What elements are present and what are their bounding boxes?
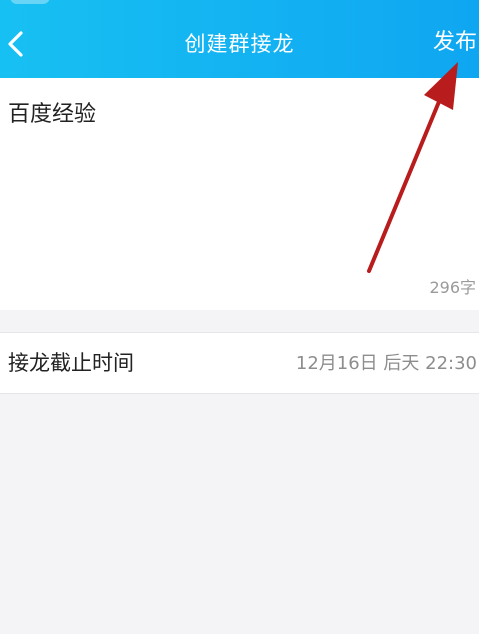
character-count: 296字 [429,278,476,297]
screen: 创建群接龙 发布 百度经验 296字 接龙截止时间 12月16日 后天 22:3… [0,0,479,634]
content-editor[interactable]: 百度经验 296字 [0,78,479,310]
deadline-label: 接龙截止时间 [8,351,134,375]
page-title: 创建群接龙 [184,32,295,56]
top-bar: 创建群接龙 发布 [0,0,479,78]
editor-text: 百度经验 [8,102,97,127]
deadline-value: 12月16日 后天 22:30 [295,353,477,374]
deadline-row[interactable]: 接龙截止时间 12月16日 后天 22:30 [0,332,479,394]
status-bar-fragment [10,0,50,4]
publish-button[interactable]: 发布 [433,28,477,58]
